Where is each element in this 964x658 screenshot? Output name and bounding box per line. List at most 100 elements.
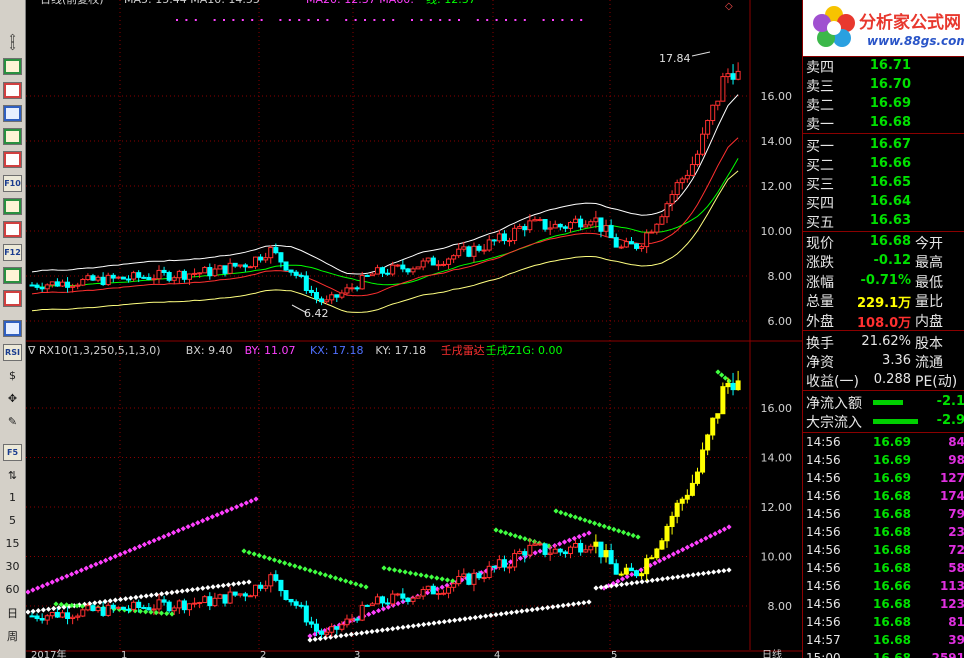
dollar-icon[interactable]: $ [3,367,22,384]
trade-tick-row[interactable]: 14:56 16.69 84 [803,435,964,453]
line-chart-icon[interactable] [3,105,22,122]
signal-dot [213,19,216,21]
calc-icon[interactable] [3,198,22,215]
tick-time: 14:56 [806,453,841,467]
flow-row: 净流入额 -2.1 [803,393,964,412]
orderbook-buy-row[interactable]: 买一 16.67 [803,136,964,155]
trade-tick-row[interactable]: 14:56 16.68 23 [803,525,964,543]
orderbook-buy-price: 16.67 [869,137,911,152]
trade-tick-row[interactable]: 14:57 16.68 39 [803,633,964,651]
period-button-1[interactable]: 5 [3,512,22,529]
ind-candle-body [354,618,360,621]
date-month-label-1: 2 [260,650,266,658]
tick-time: 14:56 [806,597,841,611]
candle-body [319,298,325,303]
ind-candle-body [440,592,446,595]
list-icon[interactable] [3,151,22,168]
trade-tick-row[interactable]: 14:56 16.68 58 [803,561,964,579]
candle-body [258,256,264,261]
pencil-icon[interactable]: ✎ [3,413,22,430]
signal-dot [486,19,489,21]
orderbook-buy-row[interactable]: 买五 16.63 [803,212,964,231]
circle-icon[interactable] [3,290,22,307]
signal-dot [495,19,498,21]
ind-title: ∇ RX10(1,3,250,5,1,3,0) [27,344,161,357]
ind-candle-body [227,591,233,604]
orderbook-sell-label: 卖四 [806,60,834,76]
swap-icon[interactable]: ⇅ [3,467,22,484]
candle-icon[interactable] [3,128,22,145]
f12-button[interactable]: F12 [3,244,22,261]
candle-body [654,223,660,233]
kline-icon[interactable] [3,58,22,75]
signal-dot [354,19,357,21]
period-button-5[interactable]: 日 [3,605,22,622]
candle-body [501,233,507,242]
tick-volume: 127 [939,471,964,485]
orderbook-sell-row[interactable]: 卖二 16.69 [803,95,964,114]
down-arrow-icon[interactable]: ⇩ [3,38,22,55]
ind-candle-body [461,573,467,577]
news-icon[interactable] [3,221,22,238]
kline-chart-area[interactable]: 16.00 14.00 12.00 10.00 8.00 6.00 16.00 14.00 12… [26,0,802,658]
signal-dot [345,19,348,21]
quote-row: 涨幅 -0.71% 最低 [803,272,964,291]
trade-tick-row[interactable]: 14:56 16.68 72 [803,543,964,561]
candle-body [674,182,680,196]
kline-chart-svg[interactable]: 16.0014.0012.0010.008.006.0016.0014.0012… [26,0,802,658]
ind-candle-body [293,601,299,606]
trade-tick-row[interactable]: 14:56 16.68 123 [803,597,964,615]
candle-body [303,275,309,291]
candle-body [415,266,421,270]
candle-body [202,267,208,274]
move-icon[interactable]: ✥ [3,390,22,407]
ind-candle-body [80,609,86,617]
period-button-3[interactable]: 30 [3,558,22,575]
trade-tick-row[interactable]: 14:56 16.66 113 [803,579,964,597]
main-ma-last-readout: 线: 12.37 [426,0,476,6]
tick-price: 16.68 [873,615,911,629]
tick-time: 14:56 [806,507,841,521]
signal-dot [439,19,442,21]
quote-value: 108.0万 [857,315,912,331]
trade-tick-row[interactable]: 14:56 16.68 81 [803,615,964,633]
orderbook-buy-row[interactable]: 买二 16.66 [803,155,964,174]
f10-button[interactable]: F10 [3,175,22,192]
period-button-0[interactable]: 1 [3,489,22,506]
candle-body [435,264,441,267]
table-icon[interactable] [3,82,22,99]
signal-dot [476,19,479,21]
trade-tick-row[interactable]: 14:56 16.68 174 [803,489,964,507]
orderbook-sell-row[interactable]: 卖一 16.68 [803,114,964,133]
quote-label: 涨幅 [806,274,834,291]
ind-candle-body [532,543,538,546]
rsi-button[interactable]: RSI [3,344,22,361]
candle-body [476,245,482,251]
trade-tick-row[interactable]: 14:56 16.68 79 [803,507,964,525]
ind-candle-body [598,541,604,558]
tick-price: 16.68 [873,489,911,503]
grid-icon[interactable] [3,267,22,284]
orderbook-sell-row[interactable]: 卖四 16.71 [803,57,964,76]
f5-button[interactable]: F5 [3,444,22,461]
candle-body [278,252,284,263]
candle-body [405,268,411,273]
candle-body [684,174,690,180]
trade-tick-row[interactable]: 14:56 16.69 98 [803,453,964,471]
period-button-4[interactable]: 60 [3,581,22,598]
trade-tick-row[interactable]: 15:00 16.68 2591 [803,651,964,658]
period-button-2[interactable]: 15 [3,535,22,552]
orderbook-buy-row[interactable]: 买四 16.64 [803,193,964,212]
period-button-6[interactable]: 周 [3,628,22,645]
ind-candle-body [537,543,543,546]
orderbook-buy-row[interactable]: 买三 16.65 [803,174,964,193]
orderbook-sell-row[interactable]: 卖三 16.70 [803,76,964,95]
tick-volume: 72 [948,543,964,557]
trade-tick-row[interactable]: 14:56 16.69 127 [803,471,964,489]
wave-icon[interactable] [3,320,22,337]
ind-leida-label: 壬戌雷达 [441,344,485,357]
ind-candle-body [476,572,482,579]
candle-body [156,269,162,280]
signal-dot [429,19,432,21]
ind-candle-body [456,575,462,585]
